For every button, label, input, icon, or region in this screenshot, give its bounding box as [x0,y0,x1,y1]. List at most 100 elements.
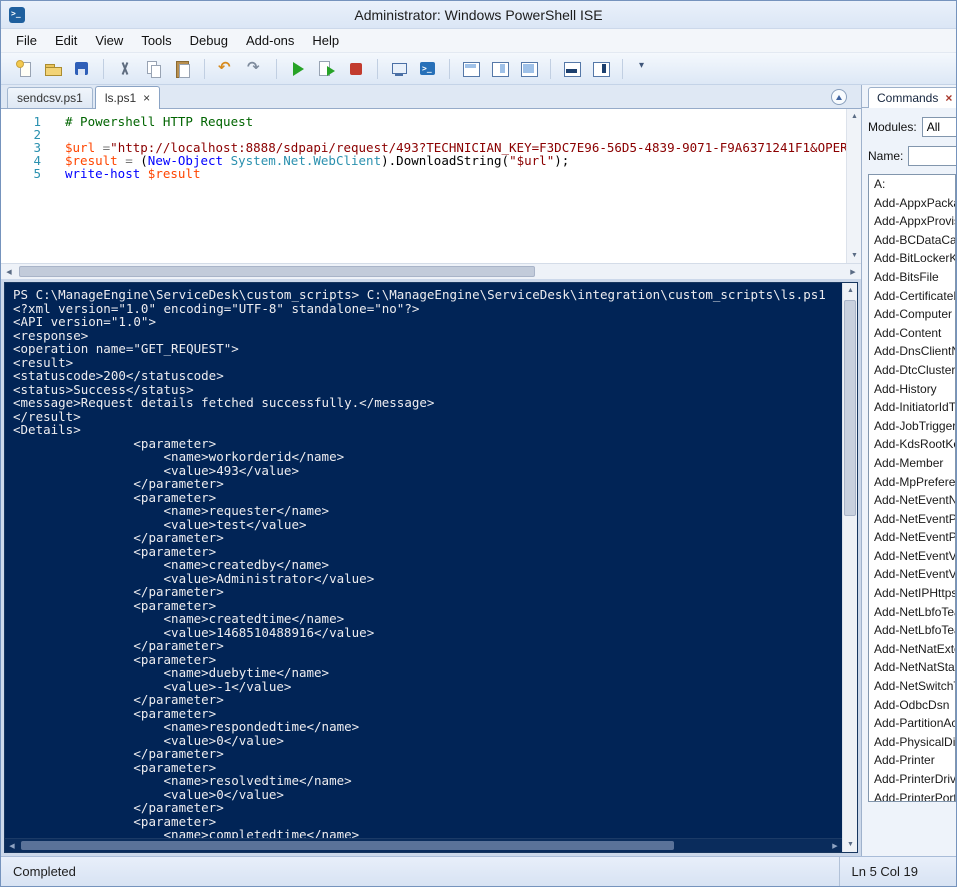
scroll-down-icon[interactable]: ▼ [843,837,858,852]
scroll-right-icon[interactable]: ▶ [828,839,842,853]
console-vertical-scrollbar[interactable]: ▲ ▼ [842,283,857,852]
menu-item-view[interactable]: View [86,29,132,52]
editor-horizontal-scrollbar[interactable]: ◀ ▶ [1,263,861,279]
command-list-item[interactable]: Add-CertificateEr [869,287,955,306]
command-list-item[interactable]: Add-PrinterPort [869,789,955,801]
new-script-button[interactable] [11,56,37,82]
command-list-item[interactable]: Add-NetEventNe [869,491,955,510]
command-list-item[interactable]: Add-History [869,380,955,399]
new-script-icon [15,59,33,78]
tab-ls-ps1[interactable]: ls.ps1 × [94,86,161,109]
menu-item-add-ons[interactable]: Add-ons [237,29,303,52]
stop-icon [347,60,365,78]
command-list-item[interactable]: Add-PartitionAc [869,714,955,733]
run-selection-button[interactable] [314,56,340,82]
editor-vertical-scrollbar[interactable]: ▲ ▼ [846,109,861,263]
script-pane-max-button[interactable] [516,56,542,82]
command-list-item[interactable]: Add-OdbcDsn [869,696,955,715]
show-console-pane-button[interactable] [559,56,585,82]
commands-tab[interactable]: Commands × [868,87,956,108]
command-list-item[interactable]: Add-NetEventPa [869,510,955,529]
code-token: ) [381,153,389,168]
scroll-left-icon[interactable]: ◀ [5,839,19,853]
save-button[interactable] [69,56,95,82]
script-pane-top-button[interactable] [458,56,484,82]
command-list-item[interactable]: Add-InitiatorIdTc [869,398,955,417]
console-output[interactable]: PS C:\ManageEngine\ServiceDesk\custom_sc… [5,283,842,838]
command-list-item[interactable]: Add-NetSwitchTe [869,677,955,696]
command-list-item[interactable]: Add-AppxPackag [869,194,955,213]
menubar: File Edit View Tools Debug Add-ons Help [1,29,956,53]
command-list-item[interactable]: Add-NetNatExter [869,640,955,659]
toolbar-overflow-button[interactable] [631,56,657,82]
command-list-item[interactable]: Add-JobTrigger [869,417,955,436]
menu-item-file[interactable]: File [7,29,46,52]
scroll-up-icon[interactable]: ▲ [847,109,861,124]
script-pane-right-button[interactable] [487,56,513,82]
command-list-item[interactable]: Add-DtcClusterTI [869,361,955,380]
name-filter-input[interactable] [908,146,956,166]
command-list-item[interactable]: Add-DnsClientNr [869,342,955,361]
command-list-item[interactable]: Add-PrinterDrive [869,770,955,789]
cut-button[interactable] [112,56,138,82]
script-editor[interactable]: 1 # Powershell HTTP Request 2 3 $url ="http:… [1,109,846,263]
command-list-item[interactable]: Add-BitsFile [869,268,955,287]
command-list-item[interactable]: Add-PhysicalDisk [869,733,955,752]
start-powershell-icon [419,60,437,78]
menu-item-help[interactable]: Help [303,29,348,52]
paste-button[interactable] [170,56,196,82]
show-addons-pane-button[interactable] [588,56,614,82]
console-line: <name>workorderid</name> [13,449,345,464]
command-list-item[interactable]: Add-NetEventVm [869,565,955,584]
command-list-item[interactable]: Add-NetNatStati [869,658,955,677]
scroll-left-icon[interactable]: ◀ [1,264,17,280]
command-list-item[interactable]: Add-NetLbfoTea [869,603,955,622]
tab-close-icon[interactable]: × [143,91,150,105]
command-list-item[interactable]: Add-NetIPHttpsC [869,584,955,603]
console-line: <name>createdtime</name> [13,611,345,626]
stop-button[interactable] [343,56,369,82]
collapse-editor-icon[interactable] [831,89,847,105]
command-list-item[interactable]: Add-NetLbfoTea [869,621,955,640]
command-list-item[interactable]: Add-KdsRootKey [869,435,955,454]
command-list-item[interactable]: Add-Printer [869,751,955,770]
menu-item-debug[interactable]: Debug [181,29,237,52]
tab-sendcsv-ps1[interactable]: sendcsv.ps1 [7,87,93,108]
commands-body: Modules: All ▾ Name: A:Add-AppxPackagAdd… [862,107,956,856]
open-button[interactable] [40,56,66,82]
console-line: <value>Administrator</value> [13,570,375,586]
command-list-item[interactable]: Add-AppxProvisi [869,212,955,231]
command-list-item[interactable]: Add-Computer [869,305,955,324]
copy-button[interactable] [141,56,167,82]
undo-button[interactable] [213,56,239,82]
console-hscroll-thumb[interactable] [21,841,674,850]
toolbar-overflow-icon [635,60,653,78]
command-list-item[interactable]: Add-NetEventVm [869,547,955,566]
editor-hscroll-thumb[interactable] [19,266,535,277]
command-list-item[interactable]: Add-Member [869,454,955,473]
scroll-right-icon[interactable]: ▶ [845,264,861,280]
console-line: <value>493</value> [13,462,299,478]
modules-dropdown[interactable]: All ▾ [921,117,956,137]
console-line: </parameter> [13,638,224,653]
scroll-up-icon[interactable]: ▲ [843,283,858,298]
titlebar[interactable]: Administrator: Windows PowerShell ISE [1,1,956,29]
redo-button[interactable] [242,56,268,82]
console-vscroll-thumb[interactable] [844,300,856,517]
console-horizontal-scrollbar[interactable]: ◀ ▶ [5,838,842,852]
scroll-down-icon[interactable]: ▼ [847,248,861,263]
command-list-item[interactable]: Add-MpPreferen [869,473,955,492]
menu-item-tools[interactable]: Tools [132,29,180,52]
start-powershell-button[interactable] [415,56,441,82]
command-list-item[interactable]: Add-NetEventPro [869,528,955,547]
code-text: # Powershell HTTP Request [41,114,253,129]
line-number: 5 [33,166,41,181]
command-list-item[interactable]: Add-BitLockerKe [869,249,955,268]
command-list-item[interactable]: Add-BCDataCach [869,231,955,250]
toolbar-separator [276,58,277,79]
close-icon[interactable]: × [945,91,952,105]
new-remote-tab-button[interactable] [386,56,412,82]
run-script-button[interactable] [285,56,311,82]
command-list-item[interactable]: Add-Content [869,324,955,343]
menu-item-edit[interactable]: Edit [46,29,86,52]
